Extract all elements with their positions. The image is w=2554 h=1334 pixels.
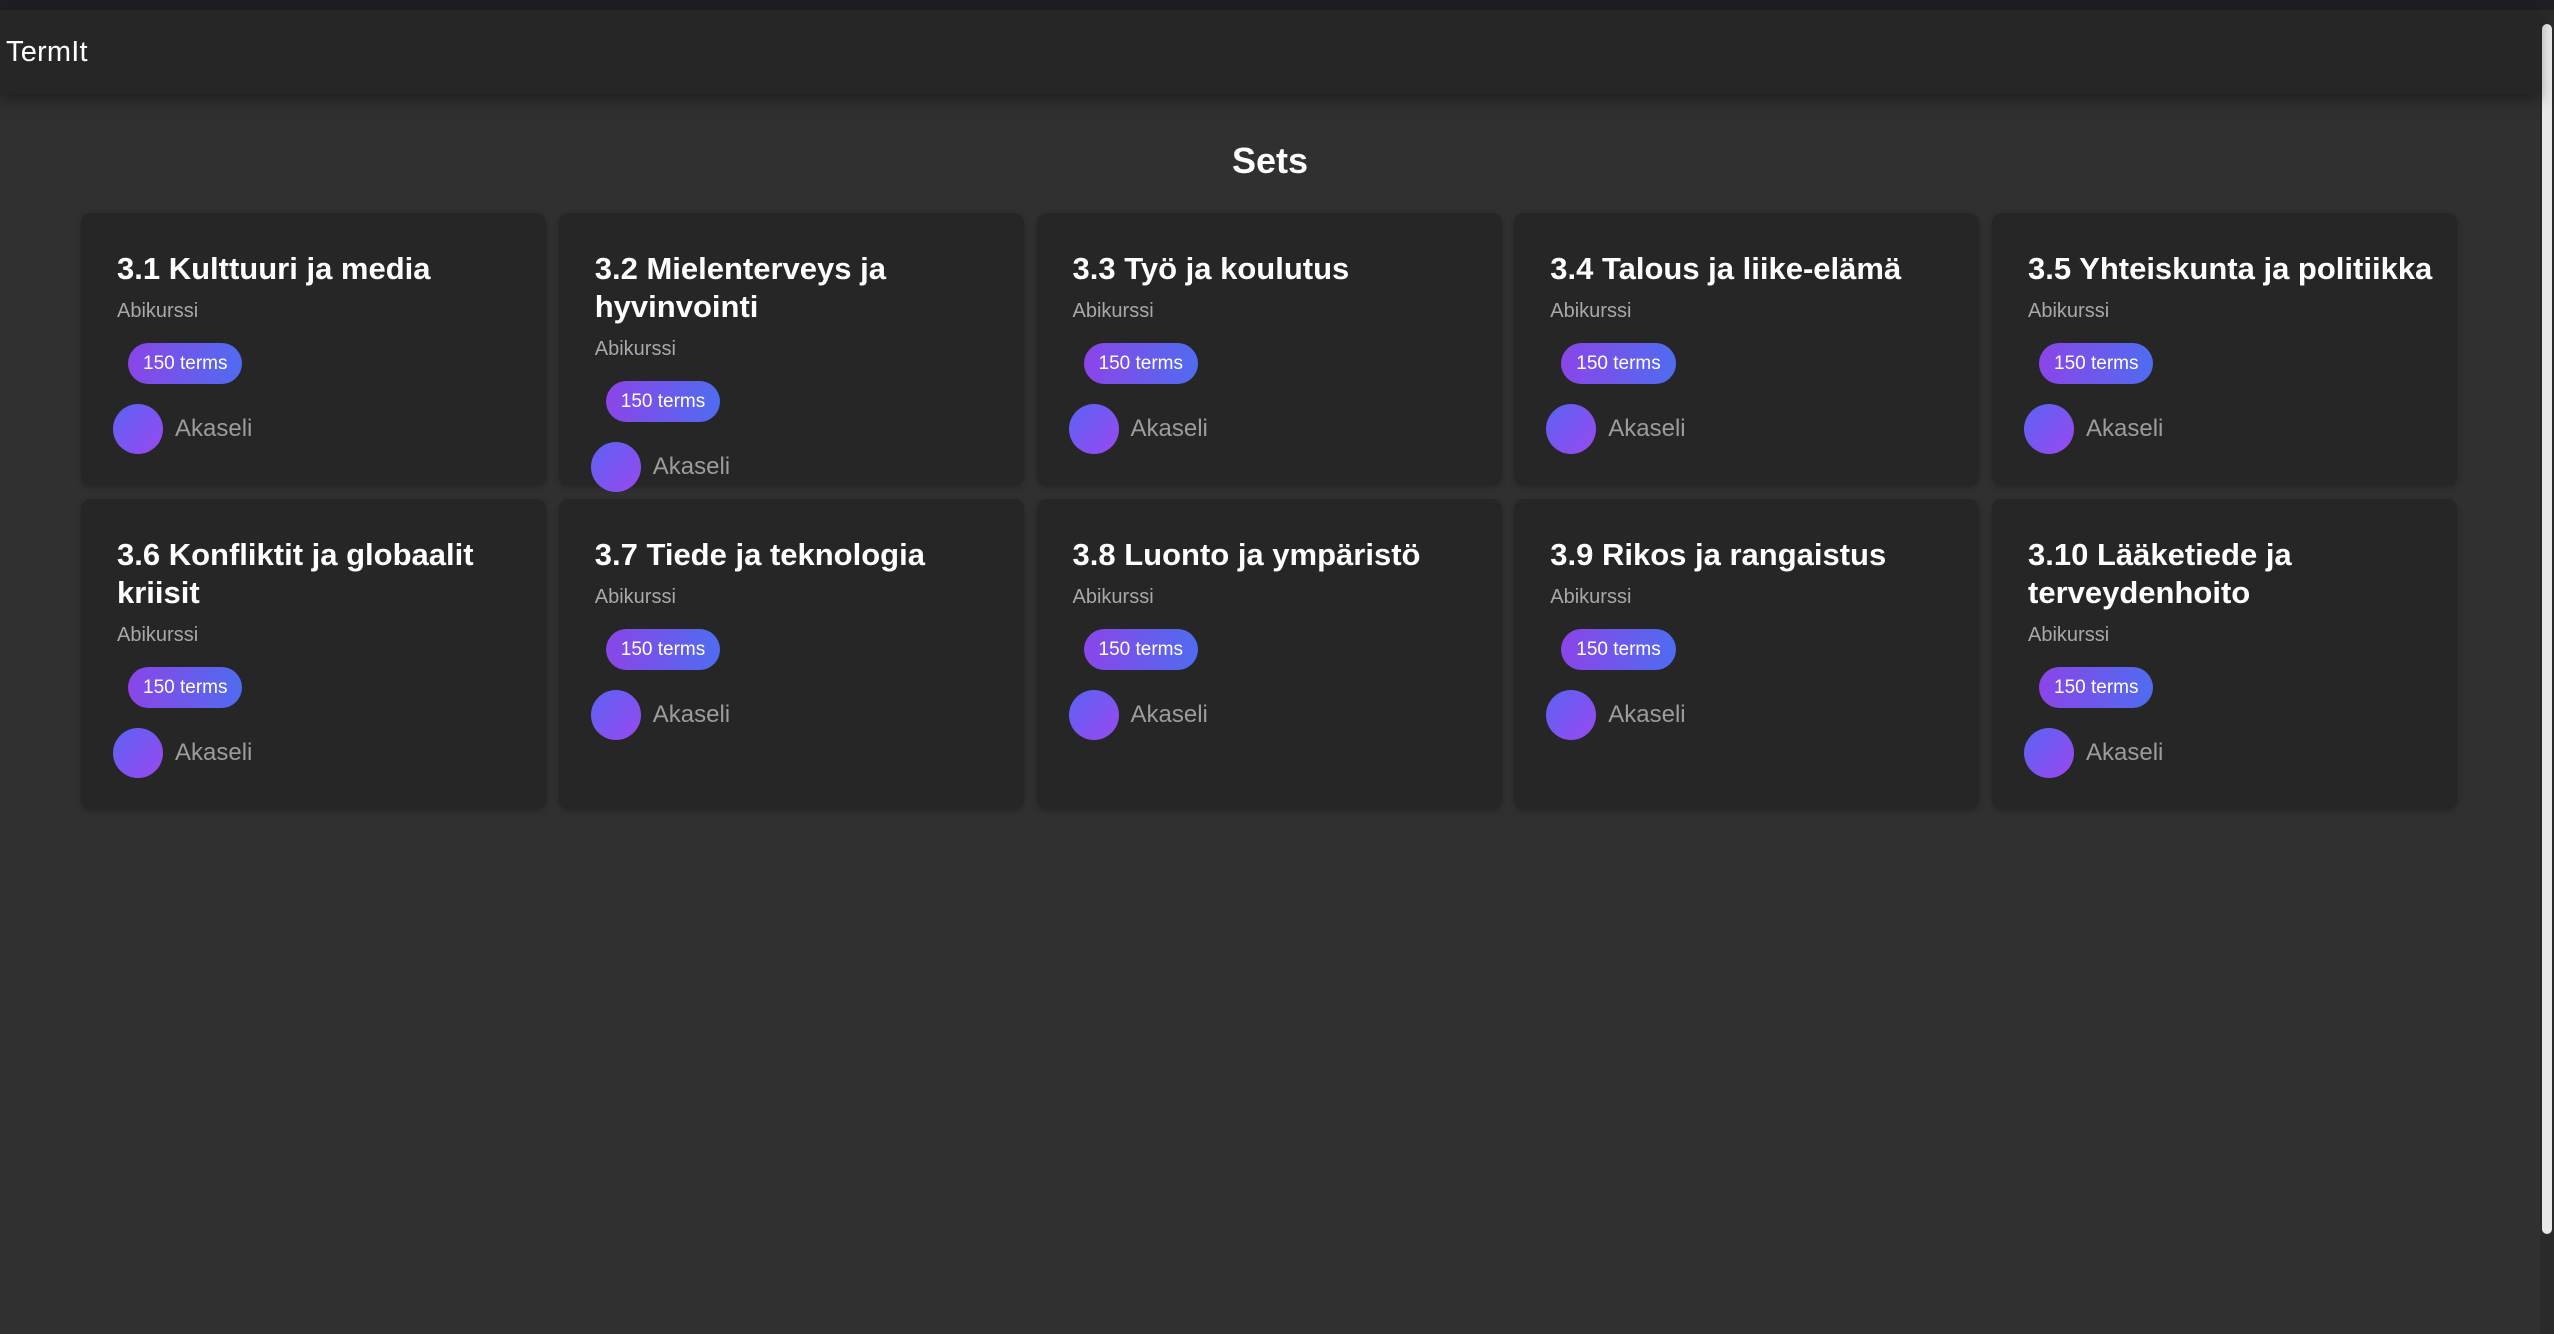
set-author: Akaseli bbox=[2024, 404, 2457, 454]
author-name: Akaseli bbox=[1130, 701, 1208, 728]
page-title: Sets bbox=[1231, 140, 1309, 181]
set-card[interactable]: 3.7 Tiede ja teknologia Abikurssi 150 te… bbox=[558, 499, 1024, 809]
avatar bbox=[113, 728, 163, 778]
set-subtitle: Abikurssi bbox=[2028, 624, 2110, 646]
set-title: 3.4 Talous ja liike-elämä bbox=[1550, 251, 1902, 286]
set-card[interactable]: 3.9 Rikos ja rangaistus Abikurssi 150 te… bbox=[1514, 499, 1980, 809]
avatar bbox=[2024, 728, 2074, 778]
terms-count-badge: 150 terms bbox=[1083, 629, 1198, 670]
set-author: Akaseli bbox=[113, 404, 546, 454]
terms-count-badge: 150 terms bbox=[128, 667, 243, 708]
avatar bbox=[1068, 404, 1119, 454]
author-name: Akaseli bbox=[175, 415, 253, 442]
set-card[interactable]: 3.10 Lääketiede ja terveydenhoito Abikur… bbox=[1992, 499, 2457, 809]
set-title: 3.9 Rikos ja rangaistus bbox=[1550, 537, 1887, 572]
author-name: Akaseli bbox=[2086, 415, 2164, 442]
set-author: Akaseli bbox=[113, 728, 546, 778]
avatar bbox=[1068, 690, 1119, 740]
avatar bbox=[1546, 690, 1597, 740]
set-card[interactable]: 3.6 Konfliktit ja globaalit kriisit Abik… bbox=[81, 499, 546, 809]
avatar bbox=[2024, 404, 2074, 454]
set-subtitle: Abikurssi bbox=[594, 338, 676, 360]
avatar bbox=[113, 404, 163, 454]
terms-count-badge: 150 terms bbox=[2039, 667, 2154, 708]
set-card[interactable]: 3.3 Työ ja koulutus Abikurssi 150 terms … bbox=[1036, 213, 1502, 485]
set-card[interactable]: 3.8 Luonto ja ympäristö Abikurssi 150 te… bbox=[1036, 499, 1502, 809]
scrollbar[interactable] bbox=[2540, 10, 2554, 1334]
set-card[interactable]: 3.1 Kulttuuri ja media Abikurssi 150 ter… bbox=[81, 213, 546, 485]
sets-grid: 3.1 Kulttuuri ja media Abikurssi 150 ter… bbox=[81, 213, 2457, 809]
set-subtitle: Abikurssi bbox=[1550, 300, 1632, 322]
set-title: 3.5 Yhteiskunta ja politiikka bbox=[2028, 251, 2433, 286]
set-author: Akaseli bbox=[590, 690, 1024, 740]
set-title: 3.2 Mielenterveys ja hyvinvointi bbox=[594, 251, 886, 324]
terms-count-badge: 150 terms bbox=[1083, 343, 1198, 384]
set-card[interactable]: 3.4 Talous ja liike-elämä Abikurssi 150 … bbox=[1514, 213, 1980, 485]
avatar bbox=[590, 442, 641, 492]
avatar bbox=[590, 690, 641, 740]
set-title: 3.8 Luonto ja ympäristö bbox=[1072, 537, 1421, 572]
set-subtitle: Abikurssi bbox=[1072, 300, 1154, 322]
main-content: Sets 3.1 Kulttuuri ja media Abikurssi 15… bbox=[0, 94, 2540, 1334]
app-window: TermIt Sets 3.1 Kulttuuri ja media Abiku… bbox=[0, 0, 2554, 1334]
set-subtitle: Abikurssi bbox=[117, 624, 199, 646]
set-author: Akaseli bbox=[590, 442, 1024, 492]
set-card[interactable]: 3.2 Mielenterveys ja hyvinvointi Abikurs… bbox=[558, 213, 1024, 492]
author-name: Akaseli bbox=[1130, 415, 1208, 442]
terms-count-badge: 150 terms bbox=[1561, 343, 1676, 384]
set-title: 3.3 Työ ja koulutus bbox=[1072, 251, 1350, 286]
set-author: Akaseli bbox=[1068, 404, 1502, 454]
author-name: Akaseli bbox=[652, 701, 731, 728]
terms-count-badge: 150 terms bbox=[2039, 343, 2154, 384]
set-author: Akaseli bbox=[2024, 728, 2457, 778]
scrollbar-thumb[interactable] bbox=[2542, 24, 2552, 1234]
avatar bbox=[1546, 404, 1597, 454]
author-name: Akaseli bbox=[1608, 701, 1686, 728]
set-subtitle: Abikurssi bbox=[1550, 586, 1632, 608]
set-author: Akaseli bbox=[1068, 690, 1502, 740]
set-subtitle: Abikurssi bbox=[594, 586, 676, 608]
terms-count-badge: 150 terms bbox=[1561, 629, 1676, 670]
set-subtitle: Abikurssi bbox=[1072, 586, 1154, 608]
set-title: 3.10 Lääketiede ja terveydenhoito bbox=[2028, 537, 2292, 610]
set-author: Akaseli bbox=[1546, 690, 1979, 740]
brand-logo-text[interactable]: TermIt bbox=[6, 36, 88, 69]
set-subtitle: Abikurssi bbox=[2028, 300, 2110, 322]
set-title: 3.7 Tiede ja teknologia bbox=[594, 537, 925, 572]
set-author: Akaseli bbox=[1546, 404, 1979, 454]
window-top-strip bbox=[0, 0, 2554, 10]
author-name: Akaseli bbox=[1608, 415, 1686, 442]
set-card[interactable]: 3.5 Yhteiskunta ja politiikka Abikurssi … bbox=[1992, 213, 2457, 485]
author-name: Akaseli bbox=[175, 739, 253, 766]
author-name: Akaseli bbox=[652, 453, 731, 480]
set-title: 3.6 Konfliktit ja globaalit kriisit bbox=[117, 537, 474, 610]
author-name: Akaseli bbox=[2086, 739, 2164, 766]
set-title: 3.1 Kulttuuri ja media bbox=[117, 251, 431, 286]
terms-count-badge: 150 terms bbox=[605, 381, 721, 422]
navbar: TermIt bbox=[0, 10, 2540, 94]
terms-count-badge: 150 terms bbox=[605, 629, 721, 670]
terms-count-badge: 150 terms bbox=[128, 343, 243, 384]
set-subtitle: Abikurssi bbox=[117, 300, 199, 322]
